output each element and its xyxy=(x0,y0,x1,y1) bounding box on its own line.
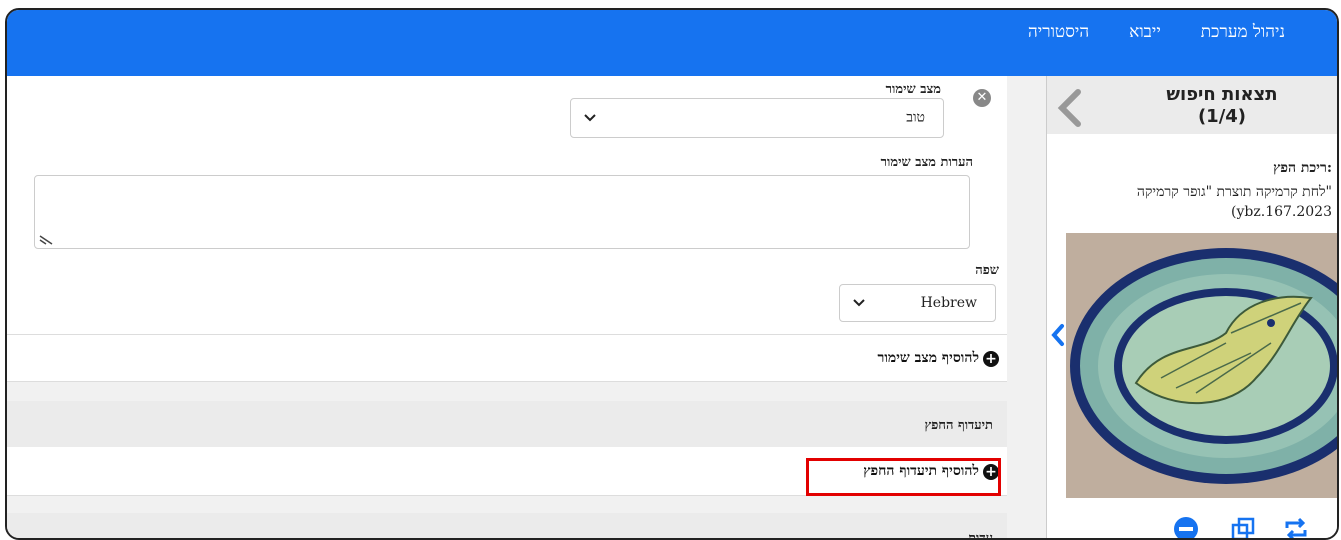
preservation-state-select[interactable]: טוב xyxy=(570,98,944,138)
collapse-arrow-icon[interactable] xyxy=(1056,88,1082,128)
result-actions xyxy=(1135,516,1337,540)
search-results-header: תצאות חיפוש (1/4) xyxy=(1047,76,1337,134)
plus-circle-icon: + xyxy=(983,350,999,367)
swap-icon[interactable] xyxy=(1283,516,1309,540)
preservation-notes-label: הערות מצב שימור xyxy=(880,155,973,170)
search-results-count: (1/4) xyxy=(1197,106,1247,127)
language-value: Hebrew xyxy=(920,295,977,311)
minus-circle-icon[interactable] xyxy=(1173,516,1199,540)
add-preservation-button[interactable]: + להוסיף מצב שימור xyxy=(877,350,999,367)
object-image[interactable] xyxy=(1066,233,1339,498)
nav-item-history[interactable]: היסטוריה xyxy=(1028,22,1089,42)
resize-grip-icon[interactable] xyxy=(39,235,53,245)
object-doc-header: תיעדוף החפץ xyxy=(7,401,1007,447)
search-results-title-text: תצאות חיפוש xyxy=(1166,84,1278,105)
search-results-title: תצאות חיפוש (1/4) xyxy=(1107,84,1337,128)
next-section-header: עדות xyxy=(7,513,1007,540)
preservation-card: ✕ מצב שימור טוב הערות מצב שימור שפה Hebr… xyxy=(7,76,1007,382)
top-navbar: ניהול מערכת ייבוא היסטוריה xyxy=(7,10,1337,76)
nav-item-system-management[interactable]: ניהול מערכת xyxy=(1201,22,1285,42)
object-description-line1: לחת קרמיקה תוצרת "גופר קרמיקה" xyxy=(1136,184,1332,200)
nav-item-import[interactable]: ייבוא xyxy=(1129,22,1161,42)
duplicate-icon[interactable] xyxy=(1230,516,1256,540)
language-label: שפה xyxy=(975,263,999,278)
object-doc-title: תיעדוף החפץ xyxy=(924,418,993,433)
app-window: ניהול מערכת ייבוא היסטוריה ✕ מצב שימור ט… xyxy=(5,8,1339,540)
prev-result-icon[interactable] xyxy=(1050,323,1066,347)
chevron-down-icon xyxy=(853,299,865,307)
object-description: לחת קרמיקה תוצרת "גופר קרמיקה" (ybz.167.… xyxy=(1137,182,1332,222)
preservation-state-label: מצב שימור xyxy=(885,82,941,97)
remove-preservation-icon[interactable]: ✕ xyxy=(973,89,991,107)
main-nav: ניהול מערכת ייבוא היסטוריה xyxy=(1028,22,1337,42)
language-select[interactable]: Hebrew xyxy=(839,284,996,322)
object-description-line2: (ybz.167.2023 xyxy=(1231,204,1332,220)
highlight-box xyxy=(806,458,1001,496)
divider xyxy=(7,334,1007,335)
add-preservation-label: להוסיף מצב שימור xyxy=(877,350,979,366)
next-section-title: עדות xyxy=(968,531,993,540)
chevron-down-icon xyxy=(584,114,596,122)
preservation-notes-textarea[interactable] xyxy=(34,175,970,249)
object-label: ריכת הפץ: xyxy=(1273,160,1332,176)
search-results-panel: תצאות חיפוש (1/4) ריכת הפץ: לחת קרמיקה ת… xyxy=(1046,76,1337,538)
preservation-state-value: טוב xyxy=(906,109,925,126)
